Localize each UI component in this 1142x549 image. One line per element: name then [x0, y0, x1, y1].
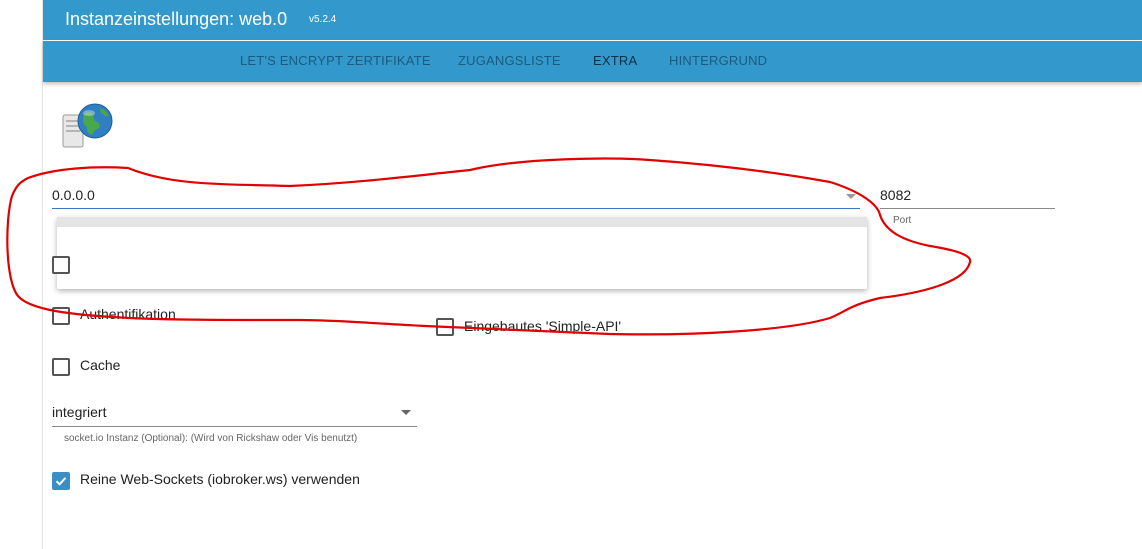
port-label: Port — [893, 215, 912, 226]
server-globe-icon — [62, 103, 113, 148]
auth-label: Authentifikation — [80, 306, 176, 322]
tab-bar: LET'S ENCRYPT ZERTIFIKATE ZUGANGSLISTE E… — [43, 41, 1142, 82]
pure-sockets-checkbox[interactable] — [52, 472, 70, 490]
socket-select-arrow-icon[interactable] — [401, 410, 411, 415]
app-bar: Instanzeinstellungen: web.0 v5.2.4 — [43, 0, 1142, 40]
version-badge: v5.2.4 — [309, 14, 337, 25]
simple-api-label: Eingebautes 'Simple-API' — [464, 318, 622, 334]
simple-api-checkbox[interactable] — [436, 318, 454, 336]
port-underline — [880, 208, 1055, 209]
tab-zugangsliste[interactable]: ZUGANGSLISTE — [458, 53, 561, 68]
cache-label: Cache — [80, 357, 121, 373]
tab-letsencrypt[interactable]: LET'S ENCRYPT ZERTIFIKATE — [240, 53, 431, 68]
checkmark-icon — [55, 477, 67, 486]
ip-select-underline — [52, 208, 860, 209]
ip-select-arrow-icon[interactable] — [846, 194, 856, 199]
socket-select-value[interactable]: integriert — [52, 404, 106, 420]
left-divider — [42, 0, 43, 549]
port-input[interactable]: 8082 — [880, 187, 911, 203]
ip-select-value[interactable]: 0.0.0.0 — [52, 187, 95, 203]
tab-extra[interactable]: EXTRA — [593, 53, 637, 68]
ip-select-dropdown[interactable] — [57, 217, 867, 289]
hidden-checkbox[interactable] — [52, 256, 70, 274]
socket-select-helper: socket.io Instanz (Optional): (Wird von … — [64, 433, 358, 444]
socket-select-underline — [52, 426, 417, 427]
cache-checkbox[interactable] — [52, 358, 70, 376]
auth-checkbox[interactable] — [52, 307, 70, 325]
pure-sockets-label: Reine Web-Sockets (iobroker.ws) verwende… — [80, 471, 360, 487]
dropdown-highlighted-option[interactable] — [57, 217, 867, 227]
page-title: Instanzeinstellungen: web.0 — [65, 9, 288, 29]
tab-hintergrund[interactable]: HINTERGRUND — [669, 53, 767, 68]
